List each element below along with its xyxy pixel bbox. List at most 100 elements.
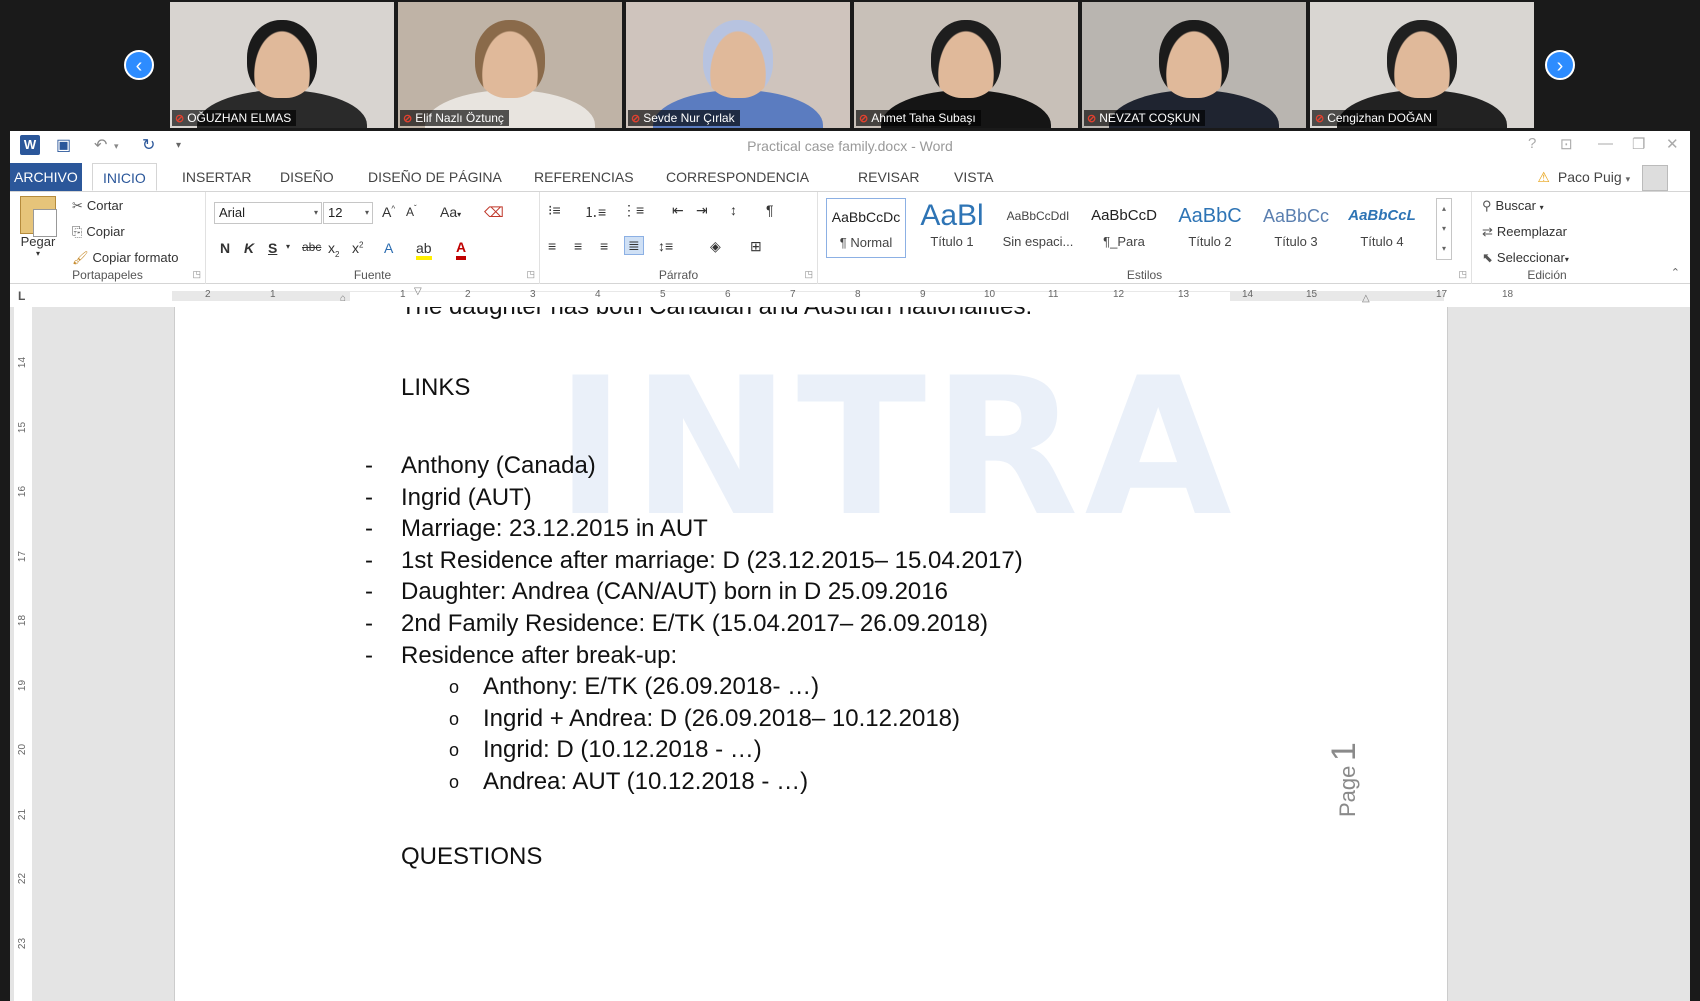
style-sin-espaciado[interactable]: AaBbCcDdI Sin espaci... [998, 198, 1078, 258]
dialog-launcher-icon[interactable]: ◳ [804, 269, 813, 280]
style-preview: AaBl [920, 199, 984, 232]
style-preview: AaBbC [1178, 205, 1242, 227]
increase-indent-icon[interactable]: ⇥ [696, 202, 708, 219]
justify-icon[interactable]: ≣ [624, 236, 644, 255]
participant-tile[interactable]: ⊘ Cengizhan DOĞAN [1310, 2, 1534, 128]
horizontal-ruler[interactable]: L 2 1 1 2 3 4 5 6 7 8 9 10 11 12 13 14 15 17 18 ⌂ ▽ △ [10, 286, 1690, 307]
style-preview: AaBbCcL [1348, 207, 1416, 224]
numbering-icon[interactable]: ⒈≡ [584, 202, 606, 222]
replace-button[interactable]: ⇄ Reemplazar [1482, 224, 1567, 240]
align-left-icon[interactable]: ≡ [548, 238, 556, 254]
participant-tile[interactable]: ⊘ OĞUZHAN ELMAS [170, 2, 394, 128]
copy-button[interactable]: ⎘ Copiar [72, 224, 125, 240]
bullets-icon[interactable]: ⁝≡ [548, 202, 561, 219]
tab-insertar[interactable]: INSERTAR [172, 163, 262, 191]
show-formatting-marks-icon[interactable]: ¶ [766, 202, 774, 218]
superscript-icon[interactable]: x2 [352, 240, 363, 256]
style-titulo-4[interactable]: AaBbCcL Título 4 [1342, 198, 1422, 258]
tab-vista[interactable]: VISTA [944, 163, 1003, 191]
font-size-box[interactable]: 12 ▾ [323, 202, 373, 224]
close-icon[interactable]: ✕ [1666, 135, 1679, 153]
left-indent-marker-icon[interactable]: ⌂ [340, 293, 346, 304]
next-page-arrow-icon[interactable]: › [1545, 50, 1575, 80]
style-titulo-2[interactable]: AaBbC Título 2 [1170, 198, 1250, 258]
group-label-parrafo: Párrafo [658, 268, 699, 282]
grow-font-icon[interactable]: A^ [382, 204, 395, 220]
shrink-font-icon[interactable]: Aˇ [406, 204, 417, 219]
participant-name-label: ⊘ OĞUZHAN ELMAS [172, 110, 297, 126]
cut-button[interactable]: ✂ Cortar [72, 198, 123, 214]
decrease-indent-icon[interactable]: ⇤ [672, 202, 684, 219]
dialog-launcher-icon[interactable]: ◳ [192, 269, 201, 280]
strikethrough-icon[interactable]: abc [302, 240, 321, 254]
italic-icon[interactable]: K [244, 240, 254, 256]
muted-mic-icon: ⊘ [859, 113, 869, 125]
align-center-icon[interactable]: ≡ [574, 238, 582, 254]
dash-bullet-icon: - [365, 610, 373, 637]
style-titulo-1[interactable]: AaBl Título 1 [912, 198, 992, 258]
list-item: Anthony (Canada) [401, 452, 596, 479]
participant-tile[interactable]: ⊘ Ahmet Taha Subaşı [854, 2, 1078, 128]
ruler-tick-label: 17 [1436, 289, 1448, 300]
styles-scroll[interactable]: ▴ ▾ ▾ [1436, 198, 1452, 260]
document-page[interactable]: INTRA The daughter has both Canadian and… [174, 307, 1448, 1001]
ruler-tick-label: 9 [920, 289, 926, 300]
user-account[interactable]: ⚠ Paco Puig ▾ [1537, 163, 1668, 192]
previous-page-arrow-icon[interactable]: ‹ [124, 50, 154, 80]
tab-selector[interactable]: L [18, 289, 25, 303]
right-indent-marker-icon[interactable]: △ [1362, 293, 1370, 304]
text-effects-icon[interactable]: A [384, 240, 393, 256]
style-titulo-3[interactable]: AaBbCc Título 3 [1256, 198, 1336, 258]
ruler-tick-label: 2 [465, 289, 471, 300]
tab-inicio[interactable]: INICIO [92, 163, 157, 191]
tab-diseno-de-pagina[interactable]: DISEÑO DE PÁGINA [358, 163, 512, 191]
line-spacing-icon[interactable]: ↕≡ [658, 238, 673, 254]
chevron-down-icon[interactable]: ▾ [286, 242, 290, 251]
clear-formatting-icon[interactable]: ⌫ [484, 204, 504, 221]
sort-icon[interactable]: ↕ [730, 202, 737, 218]
first-line-indent-marker-icon[interactable]: ▽ [414, 286, 422, 297]
help-icon[interactable]: ? [1528, 135, 1536, 152]
participant-tile[interactable]: ⊘ Elif Nazlı Öztunç [398, 2, 622, 128]
tab-archivo[interactable]: ARCHIVO [10, 163, 82, 191]
tab-referencias[interactable]: REFERENCIAS [524, 163, 644, 191]
select-button[interactable]: ⬉ Seleccionar▾ [1482, 250, 1569, 266]
tab-correspondencia[interactable]: CORRESPONDENCIA [656, 163, 819, 191]
multilevel-list-icon[interactable]: ⋮≡ [622, 202, 644, 219]
tab-revisar[interactable]: REVISAR [848, 163, 929, 191]
vertical-ruler-tick-label: 14 [17, 356, 29, 369]
binoculars-icon: ⚲ [1482, 198, 1492, 213]
ruler-tick-label: 8 [855, 289, 861, 300]
bold-icon[interactable]: N [220, 240, 230, 256]
minimize-icon[interactable]: — [1598, 135, 1613, 152]
title-bar: W ▣ ↶ ▾ ↻ ▾ Practical case family.docx -… [10, 131, 1690, 161]
vertical-ruler[interactable]: 14 15 16 17 18 19 20 21 22 23 [14, 307, 32, 1001]
collapse-ribbon-icon[interactable]: ⌃ [1671, 266, 1680, 279]
find-button[interactable]: ⚲ Buscar ▾ [1482, 198, 1544, 214]
style-name: Sin espaci... [1002, 234, 1074, 249]
underline-icon[interactable]: S [268, 240, 277, 256]
ruler-tick-label: 1 [270, 289, 276, 300]
style-para[interactable]: AaBbCcD ¶_Para [1084, 198, 1164, 258]
group-label-portapapeles: Portapapeles [72, 268, 143, 282]
shading-icon[interactable]: ◈ [710, 238, 721, 255]
font-name-box[interactable]: Arial ▾ [214, 202, 322, 224]
participant-tile[interactable]: ⊘ NEVZAT COŞKUN [1082, 2, 1306, 128]
subscript-icon[interactable]: x2 [328, 240, 339, 259]
change-case-icon[interactable]: Aa▾ [440, 204, 461, 220]
participant-tile[interactable]: ⊘ Sevde Nur Çırlak [626, 2, 850, 128]
style-name: ¶ Normal [839, 235, 893, 250]
restore-icon[interactable]: ❐ [1632, 135, 1645, 153]
borders-icon[interactable]: ⊞ [750, 238, 762, 255]
font-color-icon[interactable]: A [456, 238, 467, 260]
tab-diseno[interactable]: DISEÑO [270, 163, 344, 191]
dialog-launcher-icon[interactable]: ◳ [1458, 269, 1467, 280]
highlight-color-icon[interactable]: ab [416, 240, 432, 260]
ribbon-display-options-icon[interactable]: ⊡ [1560, 135, 1573, 153]
chevron-down-icon: ▾ [313, 208, 318, 217]
format-painter-button[interactable]: 🖌 Copiar formato [72, 250, 179, 266]
style-normal[interactable]: AaBbCcDc ¶ Normal [826, 198, 906, 258]
paste-button[interactable]: Pegar ▾ [16, 196, 60, 258]
align-right-icon[interactable]: ≡ [600, 238, 608, 254]
dialog-launcher-icon[interactable]: ◳ [526, 269, 535, 280]
